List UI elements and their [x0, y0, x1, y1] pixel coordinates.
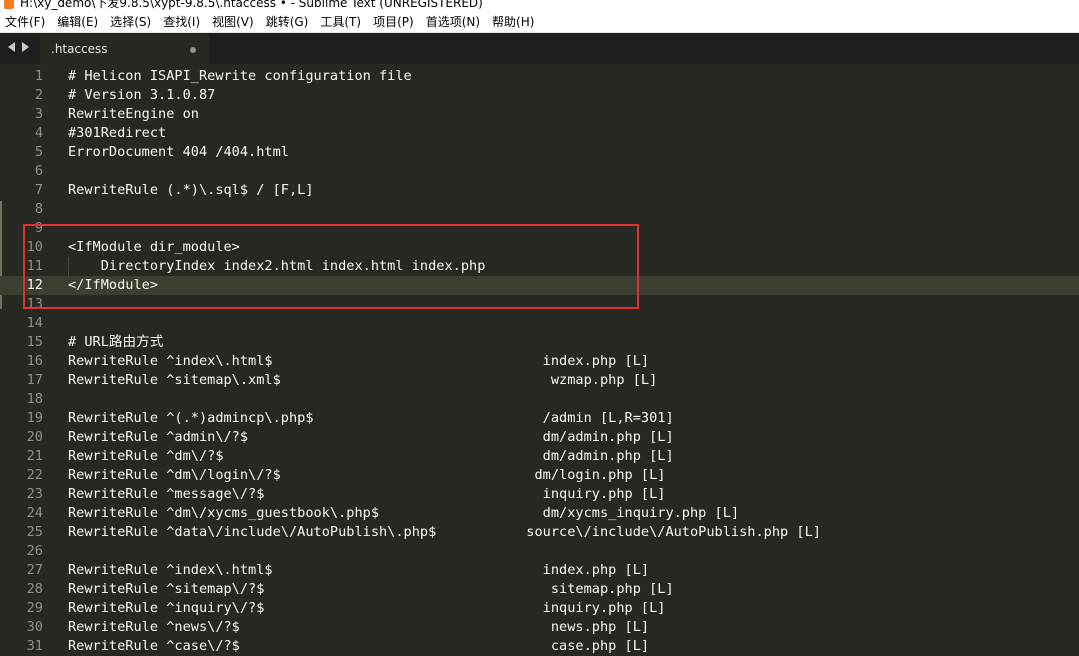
line-text: #301Redirect: [68, 125, 167, 141]
line-text: RewriteRule ^sitemap\/?$ sitemap.php [L]: [68, 581, 674, 597]
line-number: 26: [26, 543, 43, 559]
code-editor[interactable]: 1 # Helicon ISAPI_Rewrite configuration f…: [0, 64, 1079, 654]
code-line[interactable]: 6: [0, 162, 1079, 181]
line-number: 30: [26, 619, 43, 635]
code-line[interactable]: 7 RewriteRule (.*)\.sql$ / [F,L]: [0, 181, 1079, 200]
line-text: RewriteRule ^case\/?$ case.php [L]: [68, 638, 650, 654]
menu-item[interactable]: 项目(P): [368, 12, 421, 32]
code-line[interactable]: 18: [0, 390, 1079, 409]
line-text: RewriteRule ^message\/?$ inquiry.php [L]: [68, 486, 666, 502]
line-number: 31: [26, 638, 43, 654]
line-text: RewriteRule ^data\/include\/AutoPublish\…: [68, 524, 821, 540]
code-line[interactable]: 25 RewriteRule ^data\/include\/AutoPublis…: [0, 523, 1079, 542]
code-line[interactable]: 27 RewriteRule ^index\.html$ index.php [L…: [0, 561, 1079, 580]
code-line[interactable]: 24 RewriteRule ^dm\/xycms_guestbook\.php$…: [0, 504, 1079, 523]
line-number: 24: [26, 505, 43, 521]
sublime-app-icon: [4, 0, 14, 9]
code-line[interactable]: 28 RewriteRule ^sitemap\/?$ sitemap.php […: [0, 580, 1079, 599]
code-line[interactable]: 31 RewriteRule ^case\/?$ case.php [L]: [0, 637, 1079, 656]
annotation-highlight-box: [23, 224, 639, 309]
code-line[interactable]: 1 # Helicon ISAPI_Rewrite configuration f…: [0, 67, 1079, 86]
menu-item[interactable]: 文件(F): [0, 12, 52, 32]
line-number: 5: [34, 144, 43, 160]
code-line[interactable]: 26: [0, 542, 1079, 561]
line-number: 17: [26, 372, 43, 388]
menu-item[interactable]: 查找(I): [158, 12, 207, 32]
line-text: RewriteRule ^dm\/?$ dm/admin.php [L]: [68, 448, 674, 464]
line-number: 7: [34, 182, 43, 198]
tab-scroll-left-icon[interactable]: [8, 42, 15, 52]
line-number: 14: [26, 315, 43, 331]
line-text: RewriteRule ^news\/?$ news.php [L]: [68, 619, 650, 635]
code-line[interactable]: 5 ErrorDocument 404 /404.html: [0, 143, 1079, 162]
code-line[interactable]: 8: [0, 200, 1079, 219]
menu-item[interactable]: 首选项(N): [421, 12, 487, 32]
code-line[interactable]: 17 RewriteRule ^sitemap\.xml$ wzmap.php […: [0, 371, 1079, 390]
line-text: # URL路由方式: [68, 334, 164, 350]
code-line[interactable]: 15 # URL路由方式: [0, 333, 1079, 352]
unsaved-dot-icon[interactable]: [190, 47, 196, 53]
code-line[interactable]: 21 RewriteRule ^dm\/?$ dm/admin.php [L]: [0, 447, 1079, 466]
line-text: RewriteRule ^admin\/?$ dm/admin.php [L]: [68, 429, 674, 445]
line-number: 6: [34, 163, 43, 179]
window-title: H:\xy_demo\下发9.8.5\xypt-9.8.5\.htaccess …: [20, 0, 483, 10]
line-text: # Version 3.1.0.87: [68, 87, 216, 103]
line-number: 28: [26, 581, 43, 597]
line-number: 19: [26, 410, 43, 426]
code-line[interactable]: 14: [0, 314, 1079, 333]
line-text: RewriteRule ^sitemap\.xml$ wzmap.php [L]: [68, 372, 658, 388]
line-text: RewriteEngine on: [68, 106, 199, 122]
line-text: RewriteRule ^(.*)admincp\.php$ /admin [L…: [68, 410, 674, 426]
code-line[interactable]: 3 RewriteEngine on: [0, 105, 1079, 124]
line-text: RewriteRule ^dm\/login\/?$ dm/login.php …: [68, 467, 666, 483]
tab-htaccess[interactable]: .htaccess: [40, 34, 210, 64]
menu-bar: 文件(F) 编辑(E) 选择(S) 查找(I) 视图(V) 跳转(G) 工具(T) 项目(P)…: [0, 12, 1079, 33]
code-line[interactable]: 2 # Version 3.1.0.87: [0, 86, 1079, 105]
code-line[interactable]: 4 #301Redirect: [0, 124, 1079, 143]
code-line[interactable]: 23 RewriteRule ^message\/?$ inquiry.php […: [0, 485, 1079, 504]
line-text: ErrorDocument 404 /404.html: [68, 144, 289, 160]
menu-item[interactable]: 选择(S): [105, 12, 158, 32]
code-lines[interactable]: 1 # Helicon ISAPI_Rewrite configuration f…: [0, 67, 1079, 656]
line-number: 3: [34, 106, 43, 122]
code-line[interactable]: 29 RewriteRule ^inquiry\/?$ inquiry.php […: [0, 599, 1079, 618]
code-line[interactable]: 16 RewriteRule ^index\.html$ index.php [L…: [0, 352, 1079, 371]
code-line[interactable]: 20 RewriteRule ^admin\/?$ dm/admin.php [L…: [0, 428, 1079, 447]
line-text: RewriteRule (.*)\.sql$ / [F,L]: [68, 182, 314, 198]
menu-item[interactable]: 编辑(E): [52, 12, 105, 32]
line-number: 4: [34, 125, 43, 141]
line-number: 22: [26, 467, 43, 483]
line-number: 16: [26, 353, 43, 369]
line-number: 29: [26, 600, 43, 616]
code-line[interactable]: 30 RewriteRule ^news\/?$ news.php [L]: [0, 618, 1079, 637]
line-number: 15: [26, 334, 43, 350]
line-number: 25: [26, 524, 43, 540]
line-number: 18: [26, 391, 43, 407]
menu-item[interactable]: 工具(T): [315, 12, 368, 32]
line-number: 1: [34, 68, 43, 84]
code-line[interactable]: 22 RewriteRule ^dm\/login\/?$ dm/login.ph…: [0, 466, 1079, 485]
menu-item[interactable]: 视图(V): [207, 12, 261, 32]
line-number: 27: [26, 562, 43, 578]
line-text: RewriteRule ^index\.html$ index.php [L]: [68, 353, 650, 369]
menu-item[interactable]: 跳转(G): [261, 12, 316, 32]
line-text: RewriteRule ^inquiry\/?$ inquiry.php [L]: [68, 600, 666, 616]
line-number: 20: [26, 429, 43, 445]
tab-scroll-right-icon[interactable]: [22, 42, 29, 52]
title-bar: H:\xy_demo\下发9.8.5\xypt-9.8.5\.htaccess …: [0, 0, 1079, 12]
line-number: 23: [26, 486, 43, 502]
line-text: # Helicon ISAPI_Rewrite configuration fi…: [68, 68, 412, 84]
menu-item[interactable]: 帮助(H): [487, 12, 541, 32]
line-number: 21: [26, 448, 43, 464]
tab-bar: .htaccess: [0, 33, 1079, 64]
code-line[interactable]: 19 RewriteRule ^(.*)admincp\.php$ /admin …: [0, 409, 1079, 428]
tab-label: .htaccess: [51, 42, 108, 56]
line-text: RewriteRule ^dm\/xycms_guestbook\.php$ d…: [68, 505, 740, 521]
line-text: RewriteRule ^index\.html$ index.php [L]: [68, 562, 650, 578]
line-number: 2: [34, 87, 43, 103]
line-number: 8: [34, 201, 43, 217]
